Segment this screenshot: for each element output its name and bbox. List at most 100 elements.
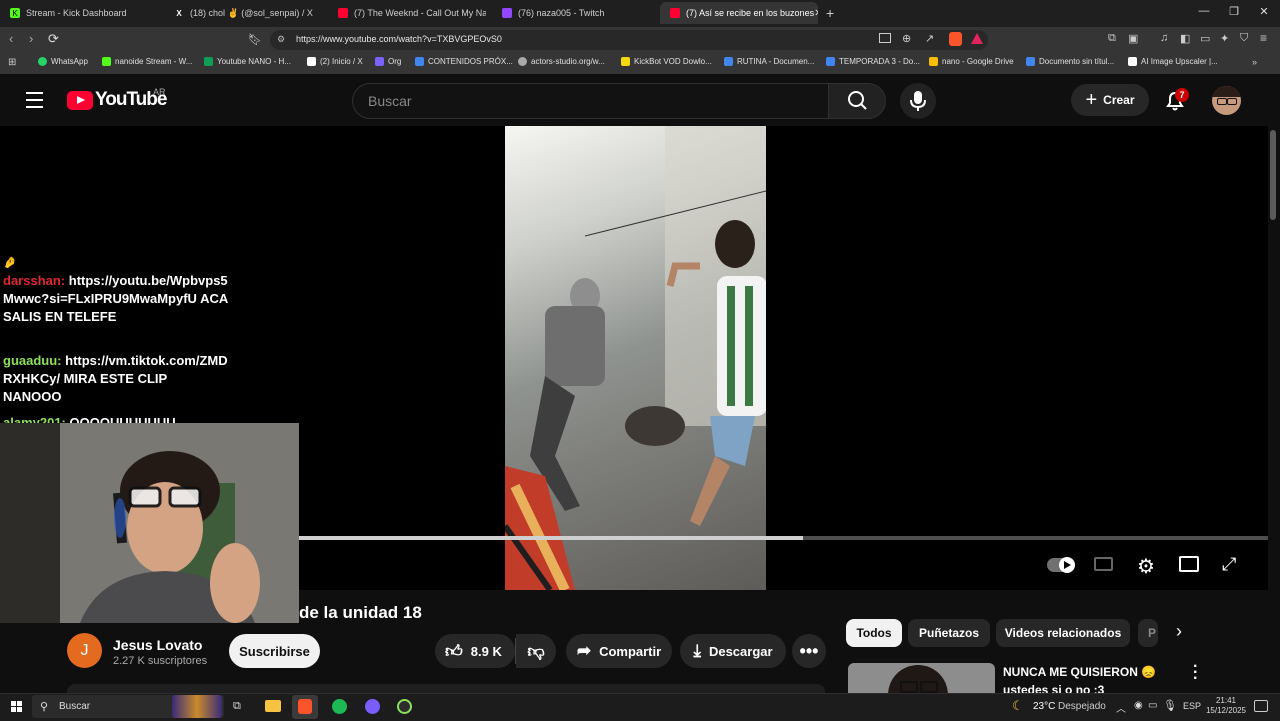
bookmark-documento[interactable]: Documento sin títul...	[1026, 57, 1114, 66]
bookmark-kickbot[interactable]: KickBot VOD Dowlo...	[621, 57, 712, 66]
weather-moon-icon[interactable]: ☾	[1012, 698, 1024, 714]
bookmark-actors-studio[interactable]: actors-studio.org/w...	[518, 57, 605, 66]
network-icon[interactable]: ▭	[1148, 700, 1157, 711]
settings-gear-icon[interactable]: ⚙	[1137, 554, 1155, 579]
notification-center-icon[interactable]	[1254, 700, 1268, 712]
recommendation-thumbnail[interactable]	[848, 663, 995, 693]
tab-twitch[interactable]: (76) naza005 - Twitch	[492, 2, 650, 24]
apps-icon[interactable]: ⊞	[8, 57, 16, 68]
more-bookmarks-icon[interactable]: »	[1252, 57, 1257, 67]
new-tab-button[interactable]: +	[826, 5, 834, 21]
autoplay-toggle[interactable]	[1047, 557, 1075, 573]
chat-message: guaaduu: https://vm.tiktok.com/ZMD RXHKC…	[3, 353, 228, 404]
video-frame[interactable]	[505, 126, 766, 590]
download-button[interactable]: ⤓ Descargar	[680, 634, 786, 668]
docs-icon	[415, 57, 424, 66]
language-indicator[interactable]: ESP	[1183, 701, 1201, 711]
bookmark-temporada[interactable]: TEMPORADA 3 - Do...	[826, 57, 920, 66]
obs-icon[interactable]	[397, 699, 412, 714]
bookmark-icon[interactable]: 🔖︎	[248, 33, 262, 46]
vpn-icon[interactable]: ⛉	[1240, 32, 1248, 45]
search-input[interactable]	[352, 83, 830, 119]
weather-description[interactable]: Despejado	[1058, 701, 1106, 712]
leo-ai-icon[interactable]: ✦	[1220, 32, 1229, 45]
sidebar-icon[interactable]: ◧	[1180, 32, 1190, 45]
tray-app-icon[interactable]: ◉	[1134, 700, 1143, 711]
bookmark-ai-upscaler[interactable]: AI Image Upscaler |...	[1128, 57, 1218, 66]
site-info-icon[interactable]: ⚙︎	[277, 34, 285, 45]
more-actions-icon[interactable]: •••	[792, 634, 826, 668]
like-button[interactable]: 👍︎ 8.9 K	[435, 634, 515, 668]
chevron-right-icon[interactable]: ›	[1176, 621, 1182, 642]
media-icon[interactable]: ♫	[1160, 32, 1168, 44]
chat-message: darsshan: https://youtu.be/Wpbvps5 Mwwc?…	[3, 273, 229, 324]
bookmark-nanoide-stream[interactable]: nanoide Stream - W...	[102, 57, 192, 66]
youtube-icon	[338, 8, 348, 18]
tab-kick-dashboard[interactable]: K Stream - Kick Dashboard	[0, 2, 158, 24]
wallet-icon[interactable]: ▭	[1200, 32, 1210, 45]
tab-youtube-weeknd[interactable]: (7) The Weeknd - Call Out My Name	[328, 2, 486, 24]
bookmark-rutina[interactable]: RUTINA - Documen...	[724, 57, 814, 66]
microphone-icon[interactable]: 🎙︎	[1163, 699, 1177, 712]
tab-x-profile[interactable]: X (18) chol ✌ (@sol_senpai) / X	[164, 2, 322, 24]
cast-icon[interactable]	[879, 33, 891, 43]
recommendation-title-line2[interactable]: ustedes si o no :3	[1003, 683, 1104, 693]
subtitles-icon[interactable]	[1094, 557, 1113, 571]
restore-icon[interactable]: ❐	[1220, 5, 1248, 18]
close-window-icon[interactable]: ✕	[1250, 5, 1278, 18]
brave-rewards-icon[interactable]	[971, 33, 983, 44]
share-page-icon[interactable]: ↗	[925, 32, 934, 45]
recommendation-menu-icon[interactable]: · · ·	[1193, 659, 1198, 687]
bookmark-org[interactable]: Org	[375, 57, 401, 66]
youtube-icon	[670, 8, 680, 18]
hamburger-menu-icon[interactable]	[26, 92, 43, 108]
share-button[interactable]: ➦ Compartir	[566, 634, 672, 668]
scrollbar-thumb[interactable]	[1270, 130, 1276, 220]
fullscreen-icon[interactable]: ⤢	[1222, 554, 1236, 575]
voice-search-button[interactable]	[900, 83, 936, 119]
zoom-icon[interactable]: ⊕	[902, 32, 911, 45]
task-view-icon[interactable]: ⧉	[233, 700, 241, 713]
brave-browser-icon[interactable]	[298, 699, 312, 714]
recommendation-title[interactable]: NUNCA ME QUISIERON 😞	[1003, 665, 1156, 679]
chat-username: guaaduu:	[3, 353, 62, 368]
windows-start-icon[interactable]	[11, 701, 22, 712]
reload-icon[interactable]: ⟳	[48, 31, 59, 47]
chip-todos[interactable]: Todos	[846, 619, 902, 647]
channel-name[interactable]: Jesus Lovato	[113, 637, 202, 653]
chip-punetazos[interactable]: Puñetazos	[908, 619, 990, 647]
bookmark-whatsapp[interactable]: WhatsApp	[38, 57, 88, 66]
youtube-logo-icon[interactable]	[67, 91, 93, 110]
spotify-icon[interactable]	[332, 699, 347, 714]
taskbar-clock[interactable]: 21:41 15/12/2025	[1205, 696, 1247, 716]
subscribe-button[interactable]: Suscribirse	[229, 634, 320, 668]
search-button[interactable]	[828, 83, 886, 119]
bookmark-google-drive[interactable]: nano - Google Drive	[929, 57, 1014, 66]
weather-temperature[interactable]: 23°C	[1033, 701, 1055, 712]
bookmark-youtube-nano[interactable]: Youtube NANO - H...	[204, 57, 291, 66]
description-box[interactable]	[67, 684, 825, 693]
screenshot-icon[interactable]: ▣	[1128, 32, 1138, 45]
file-explorer-icon[interactable]	[265, 700, 281, 712]
bookmark-x-inicio[interactable]: (2) Inicio / X	[307, 57, 363, 66]
theater-mode-icon[interactable]	[1179, 556, 1199, 572]
tray-chevron-up-icon[interactable]: ︿	[1116, 700, 1126, 715]
brave-shield-icon[interactable]	[949, 32, 962, 46]
create-button[interactable]: + Crear	[1071, 84, 1149, 116]
video-scene-graphic	[505, 126, 766, 590]
tab-youtube-active[interactable]: (7) Así se recibe en los buzones ✕	[660, 2, 818, 24]
discord-icon[interactable]	[365, 699, 380, 714]
dislike-button[interactable]: 👎︎	[516, 634, 556, 668]
minimize-icon[interactable]: —	[1190, 5, 1218, 17]
search-icon: ⚲	[40, 701, 49, 713]
bookmark-contenidos[interactable]: CONTENIDOS PRÓX...	[415, 57, 513, 66]
chip-partial[interactable]: P	[1138, 619, 1158, 647]
channel-avatar[interactable]: J	[67, 633, 102, 668]
chip-videos-relacionados[interactable]: Videos relacionados	[996, 619, 1130, 647]
forward-icon[interactable]: ›	[29, 31, 33, 46]
back-icon[interactable]: ‹	[9, 31, 13, 46]
close-tab-icon[interactable]: ✕	[814, 8, 818, 19]
account-avatar[interactable]	[1212, 86, 1241, 115]
extensions-icon[interactable]: ⧉	[1108, 32, 1116, 45]
menu-icon[interactable]: ≡	[1260, 31, 1267, 45]
